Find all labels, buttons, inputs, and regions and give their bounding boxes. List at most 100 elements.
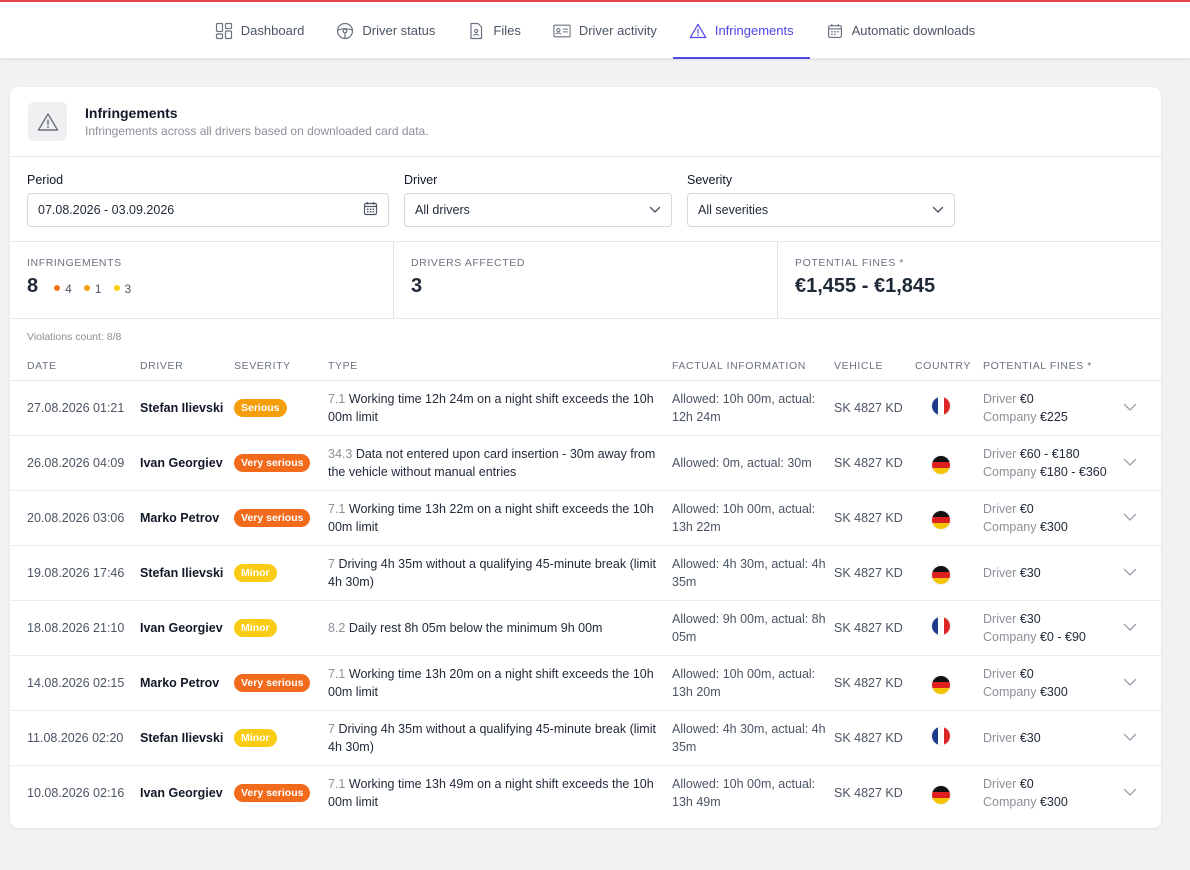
severity-select[interactable]: All severities xyxy=(687,193,955,227)
cell-severity: Very serious xyxy=(234,765,328,820)
driver-select[interactable]: All drivers xyxy=(404,193,672,227)
chevron-down-icon[interactable] xyxy=(1123,731,1137,745)
tab-infringements[interactable]: Infringements xyxy=(672,2,810,59)
severity-select-value: All severities xyxy=(698,203,769,217)
tab-driver-status[interactable]: Driver status xyxy=(320,2,451,59)
cell-driver: Stefan Ilievski xyxy=(140,710,234,766)
stat-infringements-label: INFRINGEMENTS xyxy=(27,257,122,269)
chevron-down-icon[interactable] xyxy=(1123,566,1137,580)
card-header: Infringements Infringements across all d… xyxy=(10,87,1161,157)
cell-vehicle: SK 4827 KD xyxy=(834,710,915,766)
table-row[interactable]: 11.08.2026 02:20 Stefan Ilievski Minor 7 Dr… xyxy=(10,710,1161,766)
tab-dashboard[interactable]: Dashboard xyxy=(199,2,321,59)
severity-dot xyxy=(113,285,120,291)
cell-date: 14.08.2026 02:15 xyxy=(10,655,140,711)
driver-label: Driver xyxy=(404,173,438,187)
type-description: Data not entered upon card insertion - 3… xyxy=(328,446,656,479)
driver-fine-label: Driver xyxy=(983,666,1017,681)
tab-label: Dashboard xyxy=(240,23,305,38)
chevron-down-icon[interactable] xyxy=(1123,676,1137,690)
period-filter: Period 07.08.2026 - 03.09.2026 xyxy=(27,173,389,241)
nav-tabs: Dashboard Driver status Files Driver activi… xyxy=(0,2,1190,59)
cell-severity: Very serious xyxy=(234,490,328,546)
cell-factual-information: Allowed: 10h 00m, actual: 12h 24m xyxy=(672,380,834,436)
france-flag-icon xyxy=(932,727,950,745)
chevron-down-icon[interactable] xyxy=(1123,401,1137,415)
cell-country xyxy=(915,545,983,601)
company-fine-value: €180 - €360 xyxy=(1039,464,1107,479)
cell-type: 7 Driving 4h 35m without a qualifying 45… xyxy=(328,710,672,766)
chevron-down-icon[interactable] xyxy=(1123,456,1137,470)
cell-severity: Minor xyxy=(234,545,328,601)
severity-badge: Minor xyxy=(234,563,277,582)
germany-flag-icon xyxy=(932,566,950,584)
driver-fine-value: €0 xyxy=(1019,391,1034,406)
filters-bar: Period 07.08.2026 - 03.09.2026 Driver Al… xyxy=(10,157,1161,242)
severity-label: Severity xyxy=(687,173,733,187)
regulation-code: 7.1 xyxy=(328,776,346,791)
driver-filter: Driver All drivers xyxy=(404,173,672,241)
file-icon xyxy=(467,22,485,40)
dashboard-icon xyxy=(215,22,233,40)
cell-vehicle: SK 4827 KD xyxy=(834,655,915,711)
cell-driver: Stefan Ilievski xyxy=(140,380,234,436)
stat-potential-fines: POTENTIAL FINES * €1,455 - €1,845 xyxy=(778,242,1161,318)
type-description: Working time 13h 22m on a night shift ex… xyxy=(328,501,654,534)
company-fine-value: €300 xyxy=(1039,684,1068,699)
driver-fine-value: €30 xyxy=(1019,611,1041,626)
cell-factual-information: Allowed: 4h 30m, actual: 4h 35m xyxy=(672,710,834,766)
table-row[interactable]: 26.08.2026 04:09 Ivan Georgiev Very seriou… xyxy=(10,435,1161,491)
table-row[interactable]: 14.08.2026 02:15 Marko Petrov Very serious… xyxy=(10,655,1161,711)
col-expand xyxy=(1123,352,1161,381)
cell-expand xyxy=(1123,545,1161,601)
table-row[interactable]: 19.08.2026 17:46 Stefan Ilievski Minor 7 Dr… xyxy=(10,545,1161,601)
cell-type: 7.1 Working time 13h 22m on a night shif… xyxy=(328,490,672,546)
cell-driver: Ivan Georgiev xyxy=(140,435,234,491)
type-description: Driving 4h 35m without a qualifying 45-m… xyxy=(328,556,656,589)
table-row[interactable]: 20.08.2026 03:06 Marko Petrov Very serious… xyxy=(10,490,1161,546)
cell-potential-fines: Driver €0 Company €300 xyxy=(983,490,1123,546)
driver-fine-value: €0 xyxy=(1019,501,1034,516)
france-flag-icon xyxy=(932,617,950,635)
cell-vehicle: SK 4827 KD xyxy=(834,600,915,656)
regulation-code: 8.2 xyxy=(328,620,346,635)
tab-driver-activity[interactable]: Driver activity xyxy=(537,2,673,59)
table-body: 27.08.2026 01:21 Stefan Ilievski Serious 7.… xyxy=(10,380,1161,820)
driver-fine-value: €30 xyxy=(1019,565,1041,580)
table-row[interactable]: 18.08.2026 21:10 Ivan Georgiev Minor 8.2 Da… xyxy=(10,600,1161,656)
severity-badge: Very serious xyxy=(234,783,311,802)
tab-label: Automatic downloads xyxy=(851,23,976,38)
regulation-code: 7.1 xyxy=(328,666,346,681)
cell-potential-fines: Driver €0 Company €300 xyxy=(983,765,1123,820)
col-type: TYPE xyxy=(328,352,672,381)
cell-country xyxy=(915,380,983,436)
cell-type: 34.3 Data not entered upon card insertio… xyxy=(328,435,672,491)
company-fine-value: €300 xyxy=(1039,519,1068,534)
chevron-down-icon[interactable] xyxy=(1123,786,1137,800)
tab-label: Driver activity xyxy=(578,23,657,38)
cell-factual-information: Allowed: 0m, actual: 30m xyxy=(672,435,834,491)
table-row[interactable]: 10.08.2026 02:16 Ivan Georgiev Very seriou… xyxy=(10,765,1161,820)
cell-country xyxy=(915,655,983,711)
cell-factual-information: Allowed: 4h 30m, actual: 4h 35m xyxy=(672,545,834,601)
period-date-picker[interactable]: 07.08.2026 - 03.09.2026 xyxy=(27,193,389,227)
cell-potential-fines: Driver €30 xyxy=(983,710,1123,766)
chevron-down-icon[interactable] xyxy=(1123,621,1137,635)
tab-files[interactable]: Files xyxy=(451,2,536,59)
chevron-down-icon[interactable] xyxy=(1123,511,1137,525)
cell-type: 7.1 Working time 12h 24m on a night shif… xyxy=(328,380,672,436)
cell-type: 7 Driving 4h 35m without a qualifying 45… xyxy=(328,545,672,601)
cell-vehicle: SK 4827 KD xyxy=(834,490,915,546)
cell-vehicle: SK 4827 KD xyxy=(834,435,915,491)
col-date: DATE xyxy=(10,352,140,381)
cell-severity: Serious xyxy=(234,380,328,436)
cell-factual-information: Allowed: 10h 00m, actual: 13h 20m xyxy=(672,655,834,711)
company-fine-label: Company xyxy=(983,519,1037,534)
cell-country xyxy=(915,435,983,491)
company-fine-value: €0 - €90 xyxy=(1039,629,1086,644)
table-row[interactable]: 27.08.2026 01:21 Stefan Ilievski Serious 7.… xyxy=(10,380,1161,436)
cell-expand xyxy=(1123,490,1161,546)
cell-date: 18.08.2026 21:10 xyxy=(10,600,140,656)
tab-automatic-downloads[interactable]: Automatic downloads xyxy=(810,2,992,59)
col-severity: SEVERITY xyxy=(234,352,328,381)
